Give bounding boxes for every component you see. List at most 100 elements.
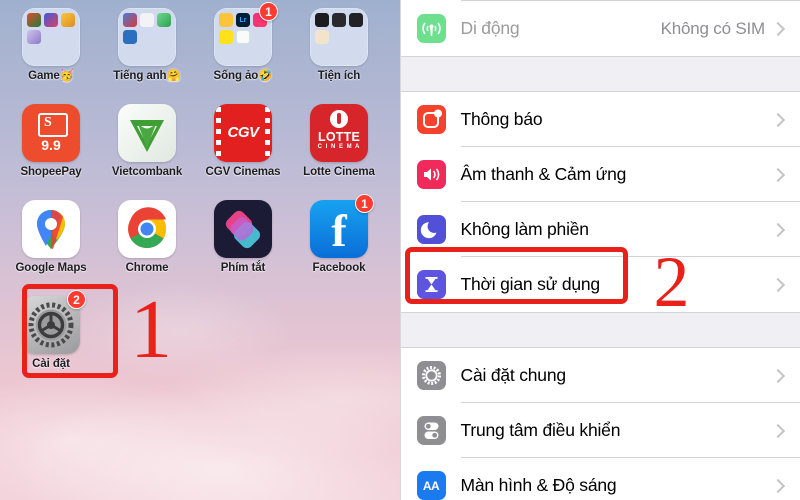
lotte-icon[interactable]: LOTTE C I N E M A [310,104,368,162]
folder-label: Tiện ích [317,70,361,82]
chrome-icon[interactable] [118,200,176,258]
app-badge: 1 [355,194,374,213]
chevron-right-icon [770,368,786,383]
cgv-icon[interactable]: CGV [214,104,272,162]
chrome-logo-shape [128,207,167,249]
app-label: Chrome [125,262,169,274]
antenna-shape [421,22,441,36]
app-label: CGV Cinemas [205,166,281,178]
mini-app-icon [219,30,233,44]
app-label: Cài đặt [32,358,70,370]
mini-app-icon [27,13,41,27]
hourglass-shape [425,277,437,292]
moon-shape [420,222,436,239]
lotte-sub-glyph: C I N E M A [317,144,361,150]
mini-app-icon [27,30,41,44]
mini-app-icon [349,13,363,27]
app-facebook-icon-wrap[interactable]: f 1 [310,194,374,258]
mini-app-icon [61,13,75,27]
vietcombank-icon[interactable] [118,104,176,162]
folder-game-icon[interactable] [22,8,80,66]
folder-tien-ich-icon-wrap[interactable] [310,8,368,66]
settings-row-man-hinh-do-sang[interactable]: AA Màn hình & Độ sáng [400,458,800,500]
app-settings-icon-wrap[interactable]: 2 [22,290,86,354]
folder-game-icon-wrap[interactable] [22,8,80,66]
folder-label: Tiếng anh🤗 [113,70,181,82]
folder-song-ao-icon-wrap[interactable]: Lr 1 [214,2,278,66]
app-shopeepay-icon-wrap[interactable]: S 9.9 [22,104,80,162]
folder-song-ao[interactable]: Lr 1 Sống ảo🤣 [200,2,286,83]
mini-app-icon [123,13,137,27]
settings-row-thong-bao[interactable]: Thông báo [400,92,800,147]
iphone-home-screen: Game🥳 Tiếng anh🤗 Lr 1 Sống ảo🤣 Tiện ích … [0,0,400,500]
app-chrome-icon-wrap[interactable] [118,200,176,258]
app-vietcombank[interactable]: Vietcombank [104,104,190,179]
shopeepay-glyph: 9.9 [41,137,61,153]
app-phim-tat[interactable]: Phím tắt [200,200,286,275]
section-gap-1 [400,56,800,92]
settings-row-trung-tam-dieu-khien[interactable]: Trung tâm điều khiển [400,403,800,458]
settings-row-label: Màn hình & Độ sáng [460,475,617,495]
app-cgv-cinemas[interactable]: CGV CGV Cinemas [200,104,286,179]
app-lotte-cinema[interactable]: LOTTE C I N E M A Lotte Cinema [296,104,382,179]
app-chrome[interactable]: Chrome [104,200,190,275]
chevron-right-icon [770,222,786,237]
vietcombank-logo-shape [130,120,164,152]
folder-tieng-anh[interactable]: Tiếng anh🤗 [104,8,190,83]
notification-badge-shape [422,109,442,128]
settings-row-label: Không làm phiền [460,219,590,239]
mini-app-icon [123,30,137,44]
folder-tien-ich[interactable]: Tiện ích [296,8,382,83]
app-shopeepay[interactable]: S 9.9 ShopeePay [8,104,94,179]
app-badge: 2 [67,290,86,309]
settings-row-cai-dat-chung[interactable]: Cài đặt chung [400,348,800,403]
notifications-icon [416,105,446,134]
settings-row-label: Trung tâm điều khiển [460,420,621,440]
app-google-maps[interactable]: Google Maps [8,200,94,275]
settings-row-khong-lam-phien[interactable]: Không làm phiền [400,202,800,257]
app-shortcuts-icon-wrap[interactable] [214,200,272,258]
settings-row-di-dong[interactable]: Di động Không có SIM [400,1,800,56]
home-screen-app-grid: Game🥳 Tiếng anh🤗 Lr 1 Sống ảo🤣 Tiện ích … [0,0,400,500]
sounds-haptics-icon [416,160,446,189]
google-maps-icon[interactable] [22,200,80,258]
app-label: ShopeePay [20,166,82,178]
app-label: Vietcombank [111,166,183,178]
chevron-right-icon [770,423,786,438]
cgv-glyph: CGV [227,124,259,141]
mini-app-icon [44,13,58,27]
general-gear-icon [416,361,446,390]
app-google-maps-icon-wrap[interactable] [22,200,80,258]
mini-app-icon-lightroom: Lr [236,13,250,27]
folder-tieng-anh-icon[interactable] [118,8,176,66]
app-lotte-icon-wrap[interactable]: LOTTE C I N E M A [310,104,368,162]
mini-app-icon [236,30,250,44]
settings-row-label: Di động [460,18,520,38]
shortcuts-icon[interactable] [214,200,272,258]
shopeepay-icon[interactable]: S 9.9 [22,104,80,162]
chevron-right-icon [770,478,786,493]
chevron-right-icon [770,21,786,36]
folder-tieng-anh-icon-wrap[interactable] [118,8,176,66]
app-cgv-icon-wrap[interactable]: CGV [214,104,272,162]
app-label: Google Maps [15,262,87,274]
section-gap-2 [400,312,800,348]
settings-row-label: Cài đặt chung [460,365,567,385]
mini-app-icon [315,30,329,44]
screen-time-icon [416,270,446,299]
facebook-glyph: f [331,205,347,256]
speaker-shape [423,168,439,181]
folder-label: Game🥳 [28,70,74,82]
app-cai-dat[interactable]: 2 Cài đặt [8,290,94,371]
app-vietcombank-icon-wrap[interactable] [118,104,176,162]
shortcuts-diamonds-shape [225,210,261,249]
toggles-shape [424,422,438,439]
app-facebook[interactable]: f 1 Facebook [296,194,382,275]
settings-row-thoi-gian-su-dung[interactable]: Thời gian sử dụng [400,257,800,312]
folder-tien-ich-icon[interactable] [310,8,368,66]
maps-pin-shape [37,210,65,249]
settings-row-am-thanh[interactable]: Âm thanh & Cảm ứng [400,147,800,202]
settings-row-label: Thông báo [460,109,543,129]
folder-game[interactable]: Game🥳 [8,8,94,83]
chevron-right-icon [770,112,786,127]
